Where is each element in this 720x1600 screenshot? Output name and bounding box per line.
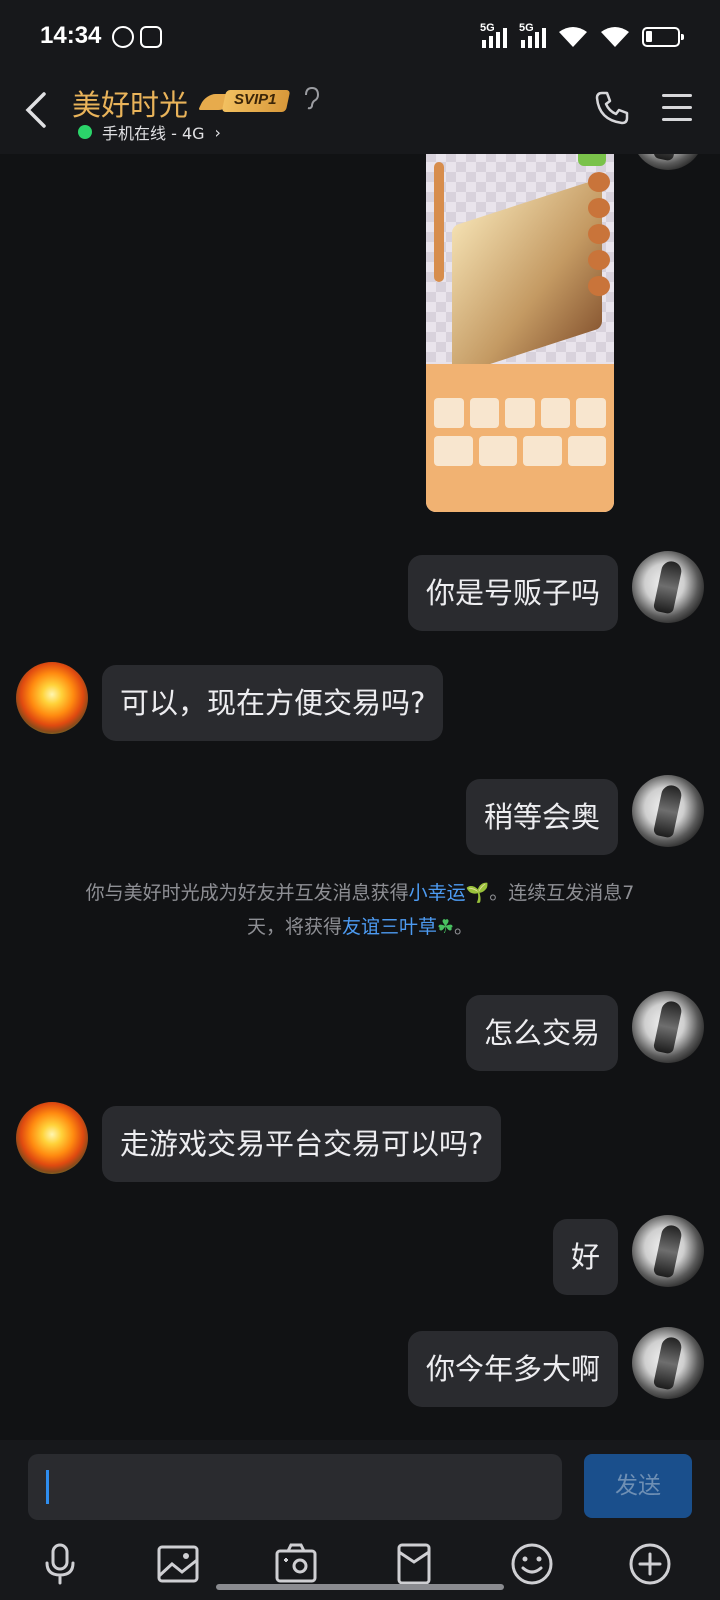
screenshot-check-icon xyxy=(578,154,606,166)
screenshot-slider xyxy=(434,162,444,282)
vip-badge[interactable]: SVIP1 xyxy=(198,88,291,114)
my-avatar[interactable] xyxy=(632,154,704,170)
input-bar: 发送 xyxy=(0,1440,720,1600)
screenshot-side-buttons xyxy=(588,172,610,322)
link-friendship-clover[interactable]: 友谊三叶草 xyxy=(342,916,437,938)
message-bubble-outgoing[interactable]: 你是号贩子吗 xyxy=(407,555,618,631)
status-bar: 14:34 5G 5G xyxy=(0,0,720,76)
my-avatar[interactable] xyxy=(632,991,704,1063)
my-avatar[interactable] xyxy=(632,1215,704,1287)
more-menu-icon[interactable] xyxy=(662,94,692,122)
back-arrow-icon[interactable] xyxy=(22,90,52,130)
chat-screen: 14:34 5G 5G 美好时光 SVIP1 手机在线 - 4G › 你是号贩子… xyxy=(0,0,720,1600)
online-dot-icon xyxy=(78,125,92,139)
wifi-icon xyxy=(559,27,587,47)
message-bubble-outgoing[interactable]: 怎么交易 xyxy=(465,995,618,1071)
chat-header: 美好时光 SVIP1 手机在线 - 4G › xyxy=(0,76,720,154)
message-bubble-incoming[interactable]: 走游戏交易平台交易可以吗? xyxy=(102,1106,502,1182)
message-bubble-outgoing[interactable]: 你今年多大啊 xyxy=(407,1331,618,1407)
microphone-icon[interactable] xyxy=(38,1542,82,1586)
plus-icon[interactable] xyxy=(628,1542,672,1586)
image-message[interactable] xyxy=(426,154,614,512)
message-list[interactable]: 你是号贩子吗 可以，现在方便交易吗? 稍等会奥 你与美好时光成为好友并互发消息获… xyxy=(0,154,720,1440)
text-caret xyxy=(46,1470,49,1504)
home-indicator[interactable] xyxy=(216,1584,504,1590)
signal-sim1-icon: 5G xyxy=(480,22,507,48)
link-lucky[interactable]: 小幸运 xyxy=(409,882,466,904)
send-button[interactable]: 发送 xyxy=(584,1454,692,1518)
input-toolbar xyxy=(0,1542,720,1590)
message-text-field[interactable] xyxy=(52,1454,552,1520)
image-icon[interactable] xyxy=(156,1542,200,1586)
battery-icon xyxy=(642,27,684,47)
signal-sim2-icon: 5G xyxy=(519,22,546,48)
clover-icon: ☘ xyxy=(436,916,455,938)
phone-call-icon[interactable] xyxy=(594,90,630,126)
online-status[interactable]: 手机在线 - 4G › xyxy=(78,120,221,144)
status-time: 14:34 xyxy=(40,22,102,49)
contact-avatar[interactable] xyxy=(16,662,88,734)
my-avatar[interactable] xyxy=(632,551,704,623)
screenshot-furniture-panel xyxy=(426,364,614,512)
ear-icon[interactable] xyxy=(302,86,320,110)
system-message: 你与美好时光成为好友并互发消息获得小幸运🌱。连续互发消息7 天，将获得友谊三叶草… xyxy=(85,882,635,938)
sprout-icon: 🌱 xyxy=(465,882,490,904)
emoji-icon[interactable] xyxy=(510,1542,554,1586)
message-bubble-outgoing[interactable]: 稍等会奥 xyxy=(465,779,618,855)
camera-icon[interactable] xyxy=(274,1542,318,1586)
message-bubble-outgoing[interactable]: 好 xyxy=(552,1219,618,1295)
chevron-right-icon: › xyxy=(214,122,221,142)
message-input[interactable] xyxy=(28,1454,562,1520)
notification-icon xyxy=(112,26,134,48)
my-avatar[interactable] xyxy=(632,1327,704,1399)
app-notification-icon xyxy=(140,26,162,48)
contact-avatar[interactable] xyxy=(16,1102,88,1174)
wifi-icon xyxy=(601,27,629,47)
contact-name[interactable]: 美好时光 xyxy=(72,82,188,124)
red-packet-icon[interactable] xyxy=(392,1542,436,1586)
message-bubble-incoming[interactable]: 可以，现在方便交易吗? xyxy=(102,665,444,741)
my-avatar[interactable] xyxy=(632,775,704,847)
